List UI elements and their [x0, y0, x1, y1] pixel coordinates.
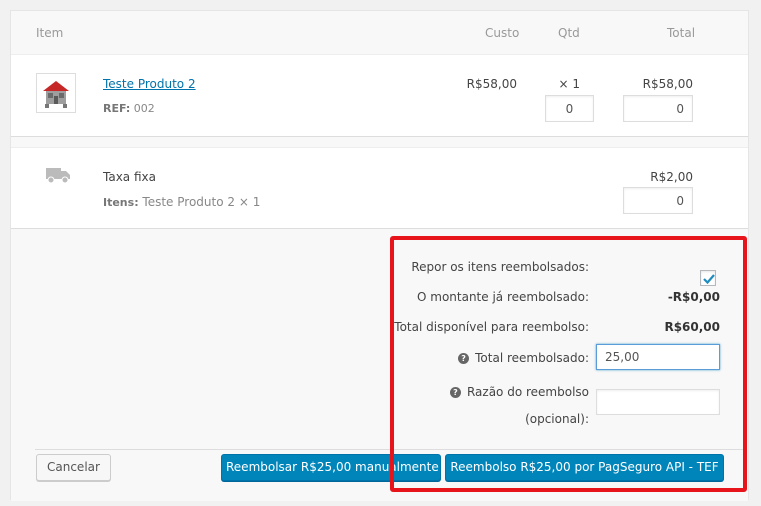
shipping-row: Taxa fixa Itens: Teste Produto 2 × 1 R$2…: [11, 147, 748, 229]
product-total: R$58,00: [642, 77, 693, 91]
header-cost: Custo: [485, 26, 520, 40]
actions-divider: [35, 449, 745, 450]
refund-reason-input[interactable]: [596, 389, 720, 415]
house-product-image: [37, 74, 75, 112]
api-refund-button[interactable]: Reembolso R$25,00 por PagSeguro API - TE…: [445, 454, 724, 481]
shipping-items-value: Teste Produto 2 × 1: [142, 195, 261, 209]
already-refunded-value: -R$0,00: [667, 290, 720, 304]
product-qty: × 1: [558, 77, 580, 91]
help-icon[interactable]: ?: [458, 353, 470, 364]
refund-reason-label-line1: Razão do reembolso: [466, 385, 589, 399]
refund-qty-input[interactable]: [545, 95, 594, 122]
items-table-header: Item Custo Qtd Total: [11, 11, 748, 55]
shipping-total: R$2,00: [650, 170, 693, 184]
refund-amount-label-text: Total reembolsado:: [475, 351, 589, 365]
product-ref-value: 002: [133, 102, 155, 115]
row-spacer: [11, 137, 748, 147]
checkmark-icon: [703, 274, 715, 285]
refund-reason-label-line2: (opcional):: [525, 412, 589, 426]
truck-icon: [46, 168, 70, 184]
cancel-button[interactable]: Cancelar: [36, 454, 111, 481]
product-row: Teste Produto 2 REF: 002 R$58,00 × 1 R$5…: [11, 55, 748, 137]
refund-reason-label: ? Razão do reembolso: [311, 385, 589, 399]
help-icon[interactable]: ?: [449, 387, 461, 398]
available-refund-label: Total disponível para reembolso:: [394, 320, 589, 334]
shipping-items-label: Itens:: [103, 196, 139, 209]
product-cost: R$58,00: [466, 77, 517, 91]
shipping-items: Itens: Teste Produto 2 × 1: [103, 195, 260, 209]
product-ref: REF: 002: [103, 102, 155, 115]
already-refunded-label: O montante já reembolsado:: [417, 290, 589, 304]
refund-line-total-input[interactable]: [623, 95, 693, 122]
refund-shipping-total-input[interactable]: [623, 187, 693, 214]
restock-label: Repor os itens reembolsados:: [411, 260, 589, 274]
shipping-name: Taxa fixa: [103, 170, 156, 184]
available-refund-value: R$60,00: [664, 320, 720, 334]
header-item: Item: [36, 26, 64, 40]
manual-refund-button[interactable]: Reembolsar R$25,00 manualmente: [221, 454, 441, 481]
refund-amount-label: ? Total reembolsado:: [311, 351, 589, 365]
product-ref-label: REF:: [103, 102, 131, 115]
header-total: Total: [667, 26, 696, 40]
product-name-link[interactable]: Teste Produto 2: [103, 77, 196, 91]
product-thumbnail: [36, 73, 76, 113]
restock-checkbox[interactable]: [700, 270, 716, 286]
header-qty: Qtd: [558, 26, 580, 40]
order-items-panel: Item Custo Qtd Total Teste Produto 2 REF…: [10, 10, 749, 501]
refund-amount-input[interactable]: [596, 344, 720, 370]
